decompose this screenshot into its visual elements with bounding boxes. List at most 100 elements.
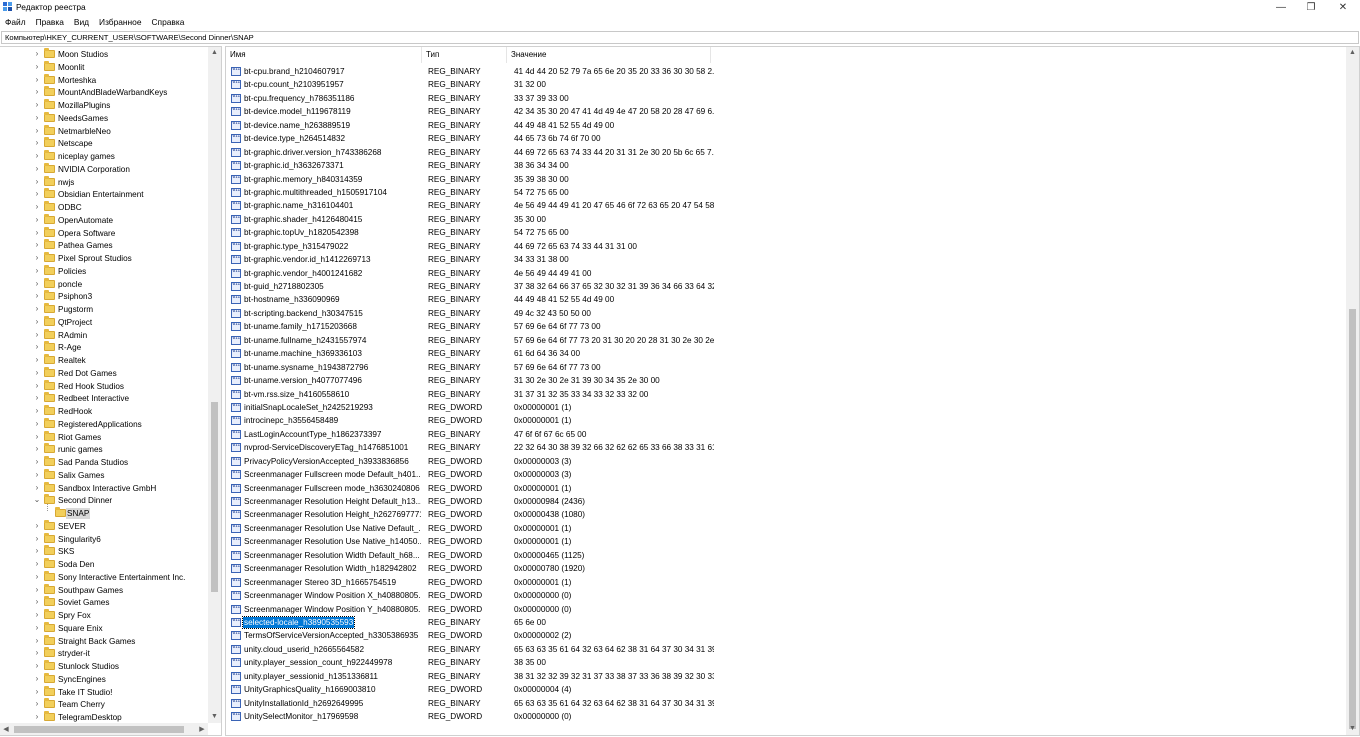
value-row[interactable]: 011 110bt-device.name_h263889519 REG_BINA… [226,119,1346,132]
menu-item[interactable]: Избранное [94,16,146,29]
value-row[interactable]: 011 110bt-scripting.backend_h30347515 REG… [226,307,1346,320]
value-row[interactable]: 011 110Screenmanager Stereo 3D_h16657545… [226,576,1346,589]
chevron-right-icon[interactable]: › [33,254,41,262]
value-row[interactable]: 011 110Screenmanager Resolution Height_h… [226,508,1346,521]
tree-item[interactable]: › Sad Panda Studios [0,456,208,469]
tree-item[interactable]: › Moonlit [0,60,208,74]
value-row[interactable]: 011 110selected-locale_h3890535593 REG_BI… [226,615,1346,629]
tree-item[interactable]: › Pathea Games [0,239,208,252]
tree-item[interactable]: › Pugstorm [0,303,208,316]
chevron-right-icon[interactable]: › [33,203,41,211]
value-row[interactable]: 011 110bt-guid_h2718802305 REG_BINARY 37 3… [226,280,1346,293]
tree-item[interactable]: › Soda Den [0,558,208,571]
scroll-thumb[interactable] [211,402,218,592]
scroll-down-arrow-icon[interactable]: ▼ [208,711,221,723]
value-row[interactable]: 011 110PrivacyPolicyVersionAccepted_h393… [226,455,1346,468]
value-row[interactable]: 011 110bt-graphic.shader_h4126480415 REG_… [226,213,1346,226]
value-row[interactable]: 011 110bt-device.type_h264514832 REG_BINA… [226,132,1346,145]
chevron-right-icon[interactable]: › [33,330,41,339]
value-row[interactable]: 011 110unity.player_session_count_h92244… [226,656,1346,669]
menu-item[interactable]: Файл [0,16,31,29]
chevron-right-icon[interactable]: › [33,228,41,237]
tree-item[interactable]: › Southpaw Games [0,583,208,597]
tree-item[interactable]: ⌄ Second Dinner [0,494,208,507]
chevron-right-icon[interactable]: › [33,419,41,428]
chevron-right-icon[interactable]: › [33,407,41,415]
tree-item[interactable]: › Moon Studios [0,48,208,61]
tree-item[interactable]: › R-Age [0,341,208,354]
tree-item[interactable]: › Red Dot Games [0,366,208,380]
chevron-right-icon[interactable]: › [33,585,41,594]
chevron-right-icon[interactable]: › [33,394,41,402]
value-row[interactable]: 011 110bt-cpu.brand_h2104607917 REG_BINAR… [226,65,1346,78]
value-row[interactable]: 011 110Screenmanager Window Position X_h… [226,589,1346,602]
chevron-right-icon[interactable]: › [33,700,41,708]
chevron-right-icon[interactable]: › [33,687,41,696]
tree-item[interactable]: › Red Hook Studios [0,379,208,393]
value-row[interactable]: 011 110bt-vm.rss.size_h4160558610 REG_BIN… [226,388,1346,401]
value-row[interactable]: 011 110bt-graphic.vendor.id_h1412269713 R… [226,253,1346,266]
tree-horizontal-scrollbar[interactable]: ◀ ▶ [0,723,208,735]
value-row[interactable]: 011 110bt-uname.family_h1715203668 REG_BI… [226,320,1346,333]
tree-item[interactable]: › NetmarbleNeo [0,124,208,138]
value-row[interactable]: 011 110bt-graphic.id_h3632673371 REG_BINA… [226,159,1346,172]
chevron-right-icon[interactable]: › [33,101,41,109]
chevron-right-icon[interactable]: › [33,611,41,619]
chevron-right-icon[interactable]: › [33,215,41,224]
tree-item[interactable]: › Opera Software [0,226,208,240]
tree-item[interactable]: › Riot Games [0,430,208,444]
value-row[interactable]: 011 110UnityGraphicsQuality_h1669003810 R… [226,683,1346,696]
tree-item[interactable]: › stryder-it [0,647,208,660]
tree-item[interactable]: › TelegramDesktop [0,711,208,724]
column-header-type[interactable]: Тип [422,47,507,63]
tree-item[interactable]: › poncle [0,277,208,291]
tree-item[interactable]: › Salix Games [0,468,208,482]
value-row[interactable]: 011 110bt-uname.fullname_h2431557974 REG_… [226,334,1346,347]
value-row[interactable]: 011 110bt-device.model_h119678119 REG_BIN… [226,105,1346,118]
tree-item[interactable]: › MozillaPlugins [0,99,208,112]
tree-item[interactable]: › ODBC [0,201,208,214]
tree-item[interactable]: › Morteshka [0,73,208,87]
chevron-right-icon[interactable]: › [33,292,41,300]
chevron-right-icon[interactable]: › [33,75,41,84]
chevron-right-icon[interactable]: › [33,62,41,71]
close-button[interactable]: ✕ [1328,0,1358,15]
chevron-right-icon[interactable]: › [33,241,41,249]
chevron-right-icon[interactable]: › [33,674,41,683]
chevron-right-icon[interactable]: › [33,343,41,351]
tree-item[interactable]: › SKS [0,545,208,558]
value-row[interactable]: 011 110bt-graphic.name_h316104401 REG_BIN… [226,199,1346,212]
tree-item[interactable]: › RAdmin [0,328,208,342]
value-row[interactable]: 011 110Screenmanager Window Position Y_h… [226,603,1346,616]
scroll-thumb[interactable] [1349,309,1356,729]
value-row[interactable]: 011 110nvprod-ServiceDiscoveryETag_h1476… [226,441,1346,454]
value-row[interactable]: 011 110Screenmanager Resolution Use Nati… [226,535,1346,548]
scroll-up-arrow-icon[interactable]: ▲ [1346,47,1359,59]
tree-item[interactable]: › Take IT Studio! [0,685,208,699]
value-row[interactable]: 011 110bt-graphic.driver.version_h743386… [226,146,1346,159]
chevron-right-icon[interactable]: › [33,483,41,492]
value-row[interactable]: 011 110bt-graphic.vendor_h4001241682 REG_… [226,267,1346,280]
tree-item[interactable]: › RedHook [0,405,208,418]
chevron-right-icon[interactable]: › [33,636,41,645]
chevron-right-icon[interactable]: › [33,547,41,555]
chevron-right-icon[interactable]: › [33,279,41,288]
tree-vertical-scrollbar[interactable]: ▲ ▼ [208,47,221,723]
scroll-down-arrow-icon[interactable]: ▼ [1346,723,1359,735]
scroll-left-arrow-icon[interactable]: ◀ [0,723,12,735]
value-row[interactable]: 011 110UnitySelectMonitor_h17969598 REG_D… [226,710,1346,723]
chevron-right-icon[interactable]: › [33,458,41,466]
value-row[interactable]: 011 110Screenmanager Resolution Width De… [226,549,1346,562]
value-row[interactable]: 011 110LastLoginAccountType_h1862373397 R… [226,428,1346,441]
value-row[interactable]: 011 110Screenmanager Resolution Use Nati… [226,522,1346,535]
tree-item[interactable]: › niceplay games [0,150,208,163]
chevron-right-icon[interactable]: › [33,266,41,275]
tree-item[interactable]: › SyncEngines [0,672,208,686]
chevron-right-icon[interactable]: › [33,88,41,96]
chevron-right-icon[interactable]: › [33,598,41,606]
chevron-right-icon[interactable]: › [33,534,41,543]
scroll-up-arrow-icon[interactable]: ▲ [208,47,221,59]
tree-item[interactable]: › Netscape [0,137,208,150]
value-row[interactable]: 011 110bt-graphic.memory_h840314359 REG_B… [226,173,1346,186]
chevron-right-icon[interactable]: › [33,662,41,670]
